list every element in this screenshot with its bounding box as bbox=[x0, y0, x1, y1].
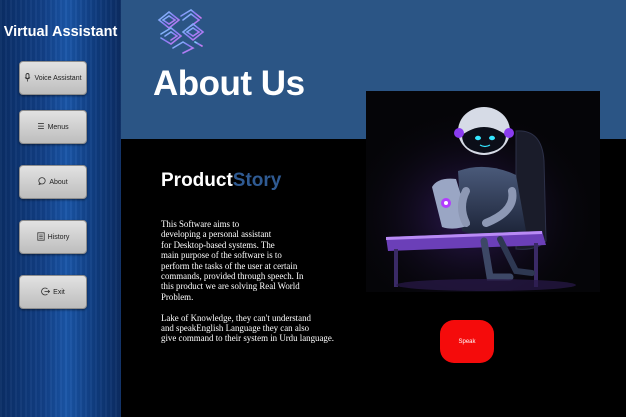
voice-assistant-button[interactable]: Voice Assistant bbox=[19, 61, 87, 95]
history-button[interactable]: History bbox=[19, 220, 87, 254]
story-line: give command to their system in Urdu lan… bbox=[161, 333, 335, 344]
story-line: perform the tasks of the user at certain bbox=[161, 260, 298, 271]
exit-button[interactable]: Exit bbox=[19, 275, 87, 309]
speak-button[interactable]: Speak bbox=[440, 320, 494, 363]
story-line: This Software aims to bbox=[161, 219, 240, 229]
story-line: and speakEnglish Language they can also bbox=[161, 323, 310, 334]
robot-illustration bbox=[366, 91, 600, 292]
story-line: commands, provided through speech. In bbox=[161, 271, 304, 282]
about-button[interactable]: About bbox=[19, 165, 87, 199]
history-label: History bbox=[47, 233, 70, 241]
menus-button[interactable]: ☰ Menus bbox=[19, 110, 87, 144]
product-story-heading: ProductStory bbox=[161, 170, 281, 192]
heading-word-product: Product bbox=[161, 170, 233, 191]
exit-label: Exit bbox=[53, 288, 65, 296]
about-label: About bbox=[49, 178, 68, 186]
story-line: Lake of Knowledge, they can't understand bbox=[161, 312, 311, 323]
app-title: Virtual Assistant bbox=[3, 24, 118, 40]
history-icon bbox=[37, 231, 45, 243]
story-line: this product we are solving Real World bbox=[161, 281, 300, 292]
product-story-text: This Software aims to developing a perso… bbox=[161, 219, 361, 344]
brain-circuit-icon bbox=[157, 9, 205, 54]
chat-icon bbox=[38, 177, 46, 187]
story-line: for Desktop-based systems. The bbox=[161, 239, 275, 250]
page-title: About Us bbox=[153, 64, 305, 103]
microphone-icon bbox=[24, 72, 31, 84]
voice-assistant-label: Voice Assistant bbox=[34, 74, 82, 82]
story-line: developing a personal assistant bbox=[161, 229, 272, 240]
story-line: main purpose of the software is to bbox=[161, 250, 282, 261]
heading-word-story: Story bbox=[232, 170, 282, 191]
menus-label: Menus bbox=[47, 123, 69, 131]
exit-icon bbox=[41, 287, 51, 298]
story-line: Problem. bbox=[161, 291, 194, 302]
menu-icon: ☰ bbox=[37, 122, 45, 131]
